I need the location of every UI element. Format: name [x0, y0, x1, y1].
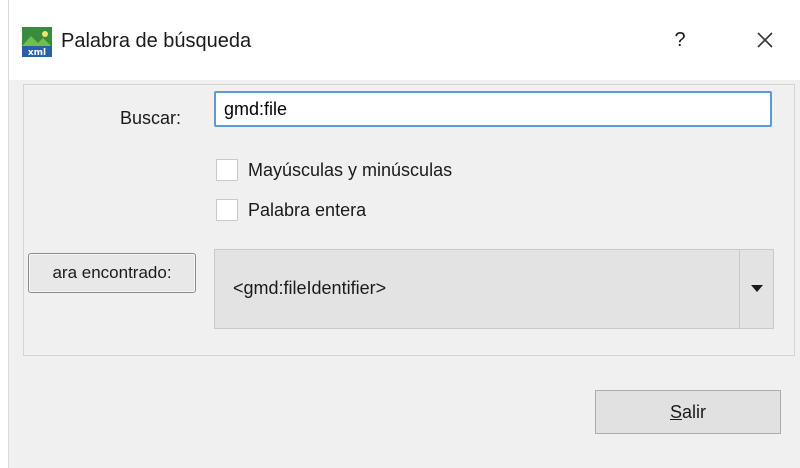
dialog-window: xml Palabra de búsqueda ? Buscar: Mayúsc…	[8, 0, 800, 468]
exit-label-rest: alir	[682, 401, 707, 422]
caret-down-icon	[750, 280, 764, 298]
results-dropdown[interactable]: <gmd:fileIdentifier>	[214, 249, 774, 329]
whole-word-checkbox[interactable]: Palabra entera	[216, 197, 366, 223]
search-input[interactable]	[214, 91, 772, 127]
goto-found-button[interactable]: ara encontrado:	[28, 253, 196, 293]
close-button[interactable]	[747, 22, 783, 58]
whole-word-label: Palabra entera	[248, 199, 367, 220]
results-selected-value: <gmd:fileIdentifier>	[233, 278, 387, 298]
match-case-label: Mayúsculas y minúsculas	[248, 159, 453, 180]
match-case-box[interactable]	[216, 159, 238, 181]
help-button[interactable]: ?	[665, 22, 695, 58]
xml-file-icon: xml	[21, 26, 53, 58]
close-icon	[747, 32, 783, 62]
title-bar: xml Palabra de búsqueda ?	[9, 0, 800, 80]
window-title: Palabra de búsqueda	[61, 30, 252, 52]
svg-text:xml: xml	[28, 48, 46, 58]
search-options-group: Buscar: Mayúsculas y minúsculas Palabra …	[23, 84, 795, 356]
exit-mnemonic: S	[669, 401, 682, 422]
whole-word-box[interactable]	[216, 199, 238, 221]
search-label: Buscar:	[120, 108, 182, 128]
dropdown-toggle[interactable]	[739, 250, 774, 328]
match-case-checkbox[interactable]: Mayúsculas y minúsculas	[216, 157, 452, 183]
exit-button[interactable]: Salir	[595, 390, 781, 434]
